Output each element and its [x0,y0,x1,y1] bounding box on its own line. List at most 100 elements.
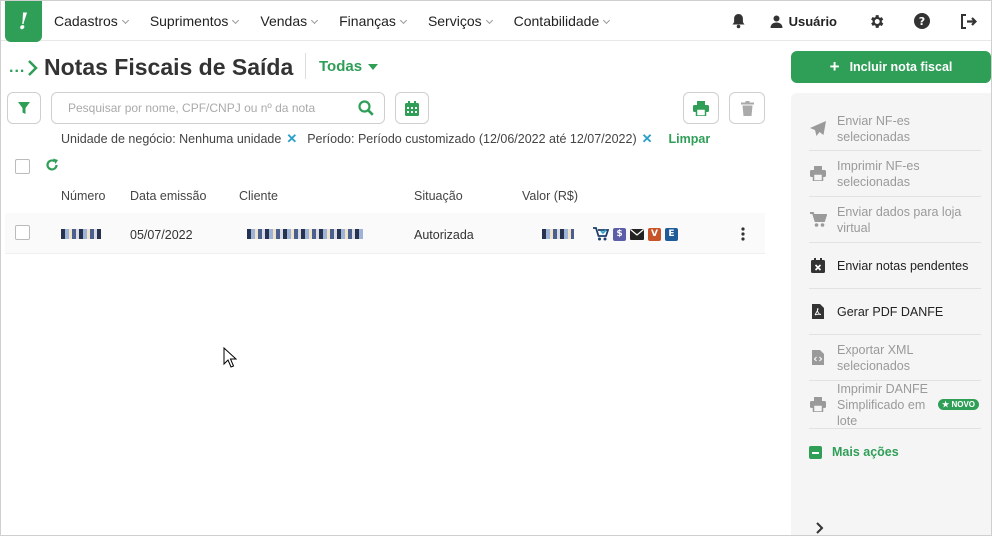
calendar-x-icon [809,258,827,273]
v-badge-icon[interactable]: V [648,227,661,241]
payment-dollar-icon[interactable]: $ [613,227,626,241]
delete-button[interactable] [729,92,765,124]
redacted-number [61,229,101,239]
filter-chip-business-unit: Unidade de negócio: Nenhuma unidade [61,132,282,146]
menu-contabilidade[interactable]: Contabilidade [513,13,611,29]
row-more-options-icon[interactable] [741,226,745,242]
sidebar-item-send-store[interactable]: Enviar dados para loja virtual [809,197,981,243]
envelope-icon[interactable] [630,228,644,240]
menu-suprimentos[interactable]: Suprimentos [149,13,240,29]
printer-icon [809,166,827,181]
status-filter-value: Todas [319,58,363,75]
caret-down-icon [368,63,379,70]
notifications-bell-icon[interactable] [716,1,762,41]
send-icon [809,121,827,136]
sidebar-item-print-simplified-danfe[interactable]: Imprimir DANFE Simplificado em lote ★ NO… [809,381,981,429]
redacted-value [542,229,574,239]
sidebar-item-label: Enviar notas pendentes [837,258,969,273]
cart-check-icon[interactable] [593,227,609,241]
clear-filters-link[interactable]: Limpar [669,132,711,146]
menu-label: Contabilidade [513,13,600,29]
column-header-issue-date[interactable]: Data emissão [130,189,206,203]
mouse-cursor-icon [223,347,237,368]
settings-gear-icon[interactable] [853,1,899,41]
cart-icon [809,212,827,227]
remove-period-filter-icon[interactable]: ✕ [642,131,653,147]
breadcrumb-ellipsis[interactable]: ... [9,59,25,77]
menu-vendas[interactable]: Vendas [260,13,319,29]
sidebar-item-export-xml[interactable]: Exportar XML selecionados [809,335,981,381]
search-box [51,92,385,124]
sidebar-item-label: Exportar XML selecionados [837,342,913,373]
menu-label: Finanças [339,13,396,29]
column-header-number[interactable]: Número [61,189,105,203]
sidebar-item-print-nfe[interactable]: Imprimir NF-es selecionadas [809,151,981,197]
status-filter-dropdown[interactable]: Todas [319,58,379,75]
e-badge-icon[interactable]: E [665,227,678,241]
menu-label: Serviços [427,13,482,29]
plus-icon: + [829,57,840,76]
sidebar-item-label: Imprimir DANFE Simplificado em lote [837,381,928,428]
main-menu: Cadastros Suprimentos Vendas Finanças Se… [54,1,631,41]
menu-label: Cadastros [54,13,118,29]
sidebar-item-label: Enviar dados para loja virtual [837,204,962,235]
sidebar-expand-chevron-icon[interactable] [815,521,824,535]
printer-icon [809,397,827,412]
menu-financas[interactable]: Finanças [339,13,407,29]
user-icon [770,15,783,28]
top-right-actions: Usuário ? [716,1,991,41]
column-header-value[interactable]: Valor (R$) [522,189,578,203]
user-menu[interactable]: Usuário [762,14,853,29]
chevron-down-icon [311,16,319,24]
chevron-down-icon [485,16,493,24]
app-logo[interactable]: ! [5,1,42,42]
user-name: Usuário [788,13,837,29]
minus-square-icon [809,445,822,459]
column-header-status[interactable]: Situação [414,189,463,203]
pdf-icon [809,304,827,319]
active-filters: Unidade de negócio: Nenhuma unidade ✕ Pe… [61,131,710,147]
chevron-down-icon [121,16,129,24]
row-issue-date: 05/07/2022 [130,228,193,242]
title-divider [305,53,306,79]
more-actions-label: Mais ações [832,445,899,459]
sidebar-item-send-nfe[interactable]: Enviar NF-es selecionadas [809,107,981,151]
app-window: ! Cadastros Suprimentos Vendas Finanças … [0,0,992,536]
funnel-icon [18,101,30,114]
search-input[interactable] [52,93,342,123]
new-badge-label: NOVO [951,400,975,409]
select-all-checkbox[interactable] [15,159,30,174]
help-icon[interactable]: ? [899,1,945,41]
search-icon[interactable] [358,100,374,116]
include-invoice-button[interactable]: + Incluir nota fiscal [791,51,991,83]
menu-servicos[interactable]: Serviços [427,13,493,29]
row-status-icons: $ V E [593,227,678,241]
breadcrumb-chevron-icon [28,60,38,76]
page-title: Notas Fiscais de Saída [44,54,294,80]
sidebar-item-send-pending[interactable]: Enviar notas pendentes [809,243,981,289]
menu-label: Vendas [260,13,308,29]
top-navbar: ! Cadastros Suprimentos Vendas Finanças … [1,1,991,42]
calendar-icon [405,100,419,116]
printer-icon [693,100,709,116]
logo-mark: ! [18,8,29,35]
print-button[interactable] [683,92,719,124]
trash-icon [740,100,754,116]
sidebar-item-label: Enviar NF-es selecionadas [837,113,910,144]
remove-business-unit-filter-icon[interactable]: ✕ [286,131,297,147]
date-picker-button[interactable] [395,92,429,124]
menu-label: Suprimentos [149,13,229,29]
more-actions-toggle[interactable]: Mais ações [809,445,899,459]
menu-cadastros[interactable]: Cadastros [54,13,129,29]
svg-text:?: ? [919,15,925,28]
include-invoice-label: Incluir nota fiscal [849,60,953,74]
filter-button[interactable] [7,92,41,124]
chevron-down-icon [399,16,407,24]
row-checkbox[interactable] [15,225,30,240]
row-status: Autorizada [414,228,474,242]
sidebar-item-label: Imprimir NF-es selecionadas [837,158,920,189]
column-header-client[interactable]: Cliente [239,189,278,203]
refresh-icon[interactable] [45,158,59,172]
sidebar-item-pdf-danfe[interactable]: Gerar PDF DANFE [809,289,981,335]
logout-icon[interactable] [945,1,991,41]
